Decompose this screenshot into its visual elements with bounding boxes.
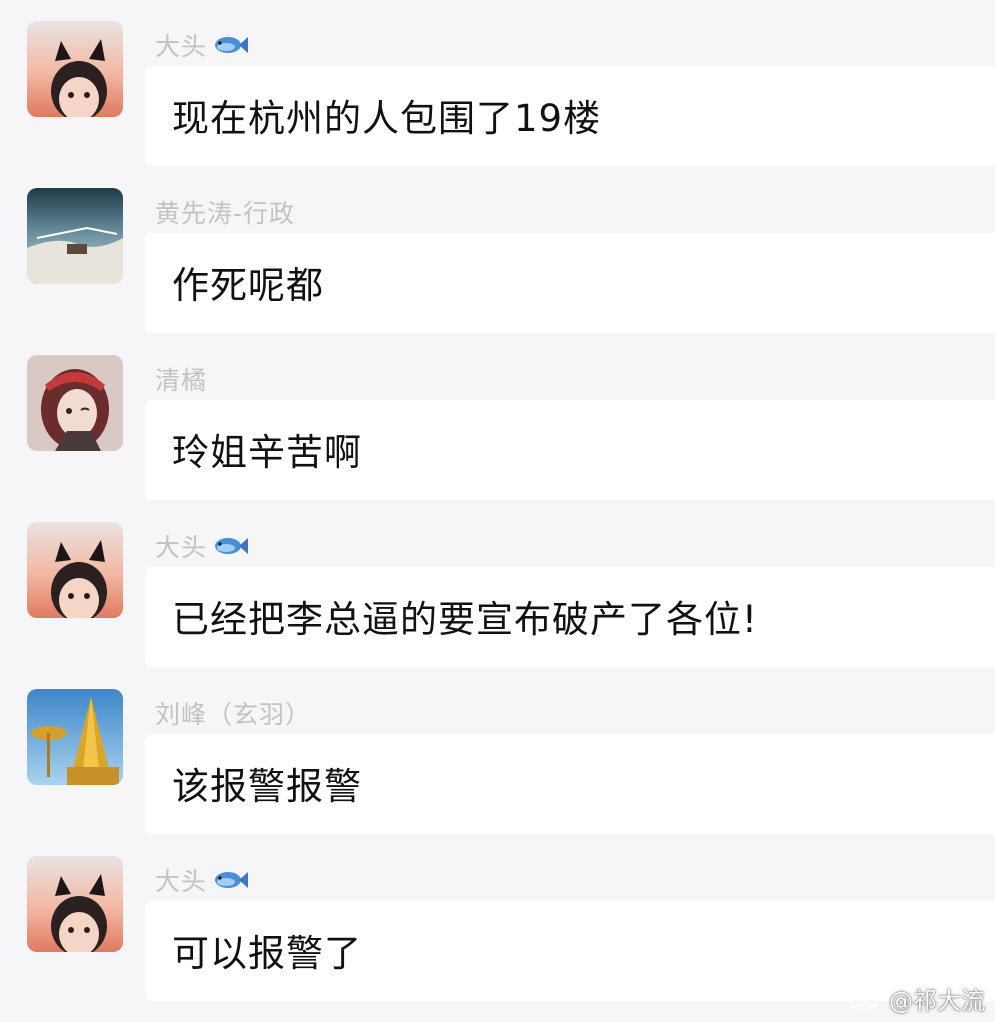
golden-pagoda-avatar[interactable]	[27, 689, 123, 785]
sender-name[interactable]: 大头	[155, 528, 249, 564]
landscape-avatar[interactable]	[27, 188, 123, 284]
message-row: 清橘 玲姐辛苦啊	[0, 334, 995, 501]
sender-name-label: 黄先涛-行政	[155, 199, 296, 228]
chat-log: 大头 现在杭州的人包围了19楼 黄先涛-行政 作死呢都 清橘 玲姐辛苦啊 大头 …	[0, 0, 995, 1022]
cat-ear-girl-avatar[interactable]	[27, 21, 123, 117]
sender-name-label: 大头	[155, 533, 208, 562]
message-row: 黄先涛-行政 作死呢都	[0, 167, 995, 334]
anime-girl-avatar[interactable]	[27, 355, 123, 451]
message-text: 已经把李总逼的要宣布破产了各位!	[172, 598, 758, 641]
fish-icon	[215, 872, 249, 888]
fish-icon	[215, 538, 249, 554]
cat-ear-girl-avatar[interactable]	[27, 856, 123, 952]
message-text: 玲姐辛苦啊	[172, 431, 362, 474]
message-text: 作死呢都	[172, 264, 324, 307]
sender-name-label: 大头	[155, 32, 208, 61]
sender-name[interactable]: 清橘	[155, 361, 207, 397]
fish-icon	[215, 37, 249, 53]
sender-name[interactable]: 刘峰（玄羽）	[155, 695, 311, 731]
message-row: 刘峰（玄羽） 该报警报警	[0, 668, 995, 835]
watermark-text: @祁大流	[889, 987, 985, 1015]
message-text: 现在杭州的人包围了19楼	[172, 97, 602, 140]
sender-name-label: 大头	[155, 867, 208, 896]
sender-name[interactable]: 黄先涛-行政	[155, 194, 295, 230]
sender-name-label: 刘峰（玄羽）	[155, 700, 312, 729]
sender-name[interactable]: 大头	[155, 27, 249, 63]
sender-name[interactable]: 大头	[155, 862, 249, 898]
weibo-icon	[850, 987, 881, 1011]
message-row: 大头 已经把李总逼的要宣布破产了各位!	[0, 501, 995, 668]
cat-ear-girl-avatar[interactable]	[27, 522, 123, 618]
message-text: 可以报警了	[172, 932, 362, 975]
message-text: 该报警报警	[172, 765, 362, 808]
sender-name-label: 清橘	[155, 366, 208, 395]
message-row: 大头 现在杭州的人包围了19楼	[0, 0, 995, 167]
message-row: 大头 可以报警了	[0, 835, 995, 1002]
watermark: @祁大流	[849, 981, 985, 1016]
